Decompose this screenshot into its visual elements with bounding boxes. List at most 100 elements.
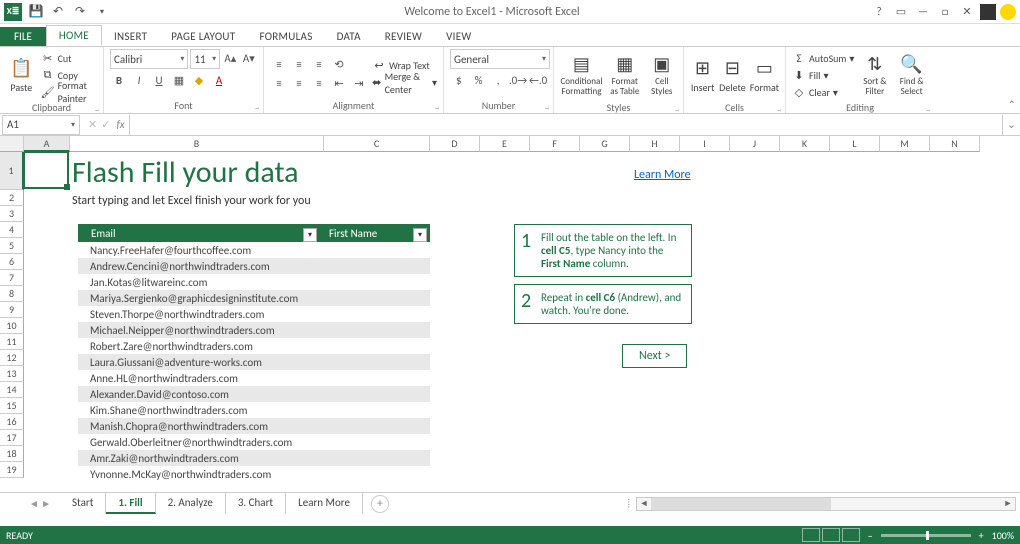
sheet-tab[interactable]: 1. Fill bbox=[106, 493, 155, 514]
email-cell[interactable]: Steven.Thorpe@northwindtraders.com bbox=[78, 308, 318, 321]
delete-cells-button[interactable]: ⊟Delete bbox=[719, 49, 746, 101]
fx-icon[interactable]: fx bbox=[116, 118, 128, 131]
cell-styles-button[interactable]: ▣Cell Styles bbox=[647, 49, 677, 101]
row-header[interactable]: 8 bbox=[0, 286, 24, 302]
orientation-icon[interactable]: ⟲ bbox=[330, 56, 348, 74]
name-box[interactable]: A1▾ bbox=[2, 115, 80, 135]
row-header[interactable]: 16 bbox=[0, 414, 24, 430]
column-header[interactable]: J bbox=[730, 136, 780, 152]
email-cell[interactable]: Manish.Chopra@northwindtraders.com bbox=[78, 420, 318, 433]
sheet-tab[interactable]: Learn More bbox=[286, 493, 363, 514]
normal-view-icon[interactable] bbox=[802, 528, 820, 542]
table-row[interactable]: Anne.HL@northwindtraders.com bbox=[78, 370, 430, 386]
row-header[interactable]: 19 bbox=[0, 462, 24, 478]
select-all-button[interactable] bbox=[0, 136, 24, 152]
zoom-out-icon[interactable]: – bbox=[868, 529, 873, 542]
email-cell[interactable]: Robert.Zare@northwindtraders.com bbox=[78, 340, 318, 353]
column-header[interactable]: D bbox=[430, 136, 480, 152]
row-header[interactable]: 11 bbox=[0, 334, 24, 350]
decrease-indent-icon[interactable]: ⇤ bbox=[330, 75, 348, 93]
row-header[interactable]: 5 bbox=[0, 238, 24, 254]
align-left-icon[interactable]: ≡ bbox=[270, 75, 288, 93]
save-icon[interactable]: 💾 bbox=[28, 4, 44, 20]
tab-home[interactable]: HOME bbox=[46, 25, 102, 46]
table-row[interactable]: Mariya.Sergienko@graphicdesigninstitute.… bbox=[78, 290, 430, 306]
ribbon-options-icon[interactable]: ▭ bbox=[892, 3, 910, 21]
tab-file[interactable]: FILE bbox=[0, 27, 46, 46]
table-row[interactable]: Andrew.Cencini@northwindtraders.com bbox=[78, 258, 430, 274]
column-header[interactable]: H bbox=[630, 136, 680, 152]
close-icon[interactable]: ✕ bbox=[958, 3, 976, 21]
column-header[interactable]: L bbox=[830, 136, 880, 152]
underline-button[interactable]: U bbox=[150, 71, 168, 89]
smiley-icon[interactable] bbox=[1000, 4, 1016, 20]
horizontal-scrollbar[interactable]: ◄ ► bbox=[636, 497, 1016, 511]
align-top-icon[interactable]: ≡ bbox=[270, 56, 288, 74]
format-cells-button[interactable]: ▭Format bbox=[750, 49, 779, 101]
tab-review[interactable]: REVIEW bbox=[373, 27, 434, 46]
number-format-combo[interactable]: General▾ bbox=[450, 49, 550, 69]
email-cell[interactable]: Yvnonne.McKay@northwindtraders.com bbox=[78, 468, 318, 481]
align-right-icon[interactable]: ≡ bbox=[310, 75, 328, 93]
currency-icon[interactable]: $ bbox=[450, 71, 468, 89]
tab-insert[interactable]: INSERT bbox=[102, 27, 159, 46]
page-break-view-icon[interactable] bbox=[842, 528, 860, 542]
clear-button[interactable]: ◇Clear ▾ bbox=[792, 84, 854, 100]
align-center-icon[interactable]: ≡ bbox=[290, 75, 308, 93]
page-layout-view-icon[interactable] bbox=[822, 528, 840, 542]
row-header[interactable]: 1 bbox=[0, 152, 24, 190]
align-bottom-icon[interactable]: ≡ bbox=[310, 56, 328, 74]
decrease-decimal-icon[interactable]: ←.0 bbox=[529, 71, 547, 89]
font-name-combo[interactable]: Calibri▾ bbox=[110, 49, 188, 69]
scroll-thumb[interactable] bbox=[651, 498, 831, 510]
row-header[interactable]: 9 bbox=[0, 302, 24, 318]
email-cell[interactable]: Michael.Neipper@northwindtraders.com bbox=[78, 324, 318, 337]
zoom-in-icon[interactable]: + bbox=[979, 529, 984, 542]
sheet-tab[interactable]: 2. Analyze bbox=[156, 493, 226, 514]
column-header[interactable]: C bbox=[324, 136, 430, 152]
email-cell[interactable]: Kim.Shane@northwindtraders.com bbox=[78, 404, 318, 417]
tab-data[interactable]: DATA bbox=[325, 27, 373, 46]
find-select-button[interactable]: 🔍Find & Select bbox=[895, 49, 928, 101]
redo-icon[interactable]: ↷ bbox=[72, 4, 88, 20]
fill-color-button[interactable]: ◆ bbox=[190, 71, 208, 89]
borders-button[interactable]: ▦ bbox=[170, 71, 188, 89]
row-header[interactable]: 15 bbox=[0, 398, 24, 414]
column-header[interactable]: F bbox=[530, 136, 580, 152]
enter-formula-icon[interactable]: ✓ bbox=[101, 118, 110, 131]
hscroll-split-icon[interactable]: ⁞ bbox=[628, 498, 630, 509]
scroll-right-icon[interactable]: ► bbox=[1001, 498, 1015, 510]
sort-filter-button[interactable]: ⇅Sort & Filter bbox=[858, 49, 891, 101]
table-row[interactable]: Michael.Neipper@northwindtraders.com bbox=[78, 322, 430, 338]
sheet-nav-arrows[interactable]: ◄ ► bbox=[0, 497, 60, 510]
cancel-formula-icon[interactable]: ✕ bbox=[88, 118, 97, 131]
column-header[interactable]: G bbox=[580, 136, 630, 152]
email-cell[interactable]: Anne.HL@northwindtraders.com bbox=[78, 372, 318, 385]
new-sheet-button[interactable]: + bbox=[371, 495, 389, 513]
column-header[interactable]: A bbox=[24, 136, 70, 152]
increase-decimal-icon[interactable]: .0→ bbox=[509, 71, 527, 89]
italic-button[interactable]: I bbox=[130, 71, 148, 89]
merge-center-button[interactable]: ⬌Merge & Center ▾ bbox=[372, 75, 437, 91]
filter-dropdown-icon[interactable]: ▾ bbox=[413, 228, 427, 242]
learn-more-link[interactable]: Learn More bbox=[634, 168, 691, 182]
insert-cells-button[interactable]: ⊞Insert bbox=[690, 49, 715, 101]
bold-button[interactable]: B bbox=[110, 71, 128, 89]
email-cell[interactable]: Jan.Kotas@litwareinc.com bbox=[78, 276, 318, 289]
table-row[interactable]: Jan.Kotas@litwareinc.com bbox=[78, 274, 430, 290]
email-cell[interactable]: Amr.Zaki@northwindtraders.com bbox=[78, 452, 318, 465]
percent-icon[interactable]: % bbox=[470, 71, 488, 89]
row-header[interactable]: 6 bbox=[0, 254, 24, 270]
email-cell[interactable]: Nancy.FreeHafer@fourthcoffee.com bbox=[78, 244, 318, 257]
zoom-slider[interactable] bbox=[881, 534, 971, 537]
zoom-level[interactable]: 100% bbox=[992, 529, 1014, 542]
row-header[interactable]: 12 bbox=[0, 350, 24, 366]
conditional-formatting-button[interactable]: ▤Conditional Formatting bbox=[560, 49, 603, 101]
row-header[interactable]: 2 bbox=[0, 190, 24, 206]
row-header[interactable]: 13 bbox=[0, 366, 24, 382]
email-cell[interactable]: Laura.Giussani@adventure-works.com bbox=[78, 356, 318, 369]
row-header[interactable]: 17 bbox=[0, 430, 24, 446]
decrease-font-icon[interactable]: A▾ bbox=[241, 49, 257, 67]
collapse-ribbon-icon[interactable]: ⌃ bbox=[1008, 98, 1016, 111]
font-size-combo[interactable]: 11▾ bbox=[190, 49, 220, 69]
